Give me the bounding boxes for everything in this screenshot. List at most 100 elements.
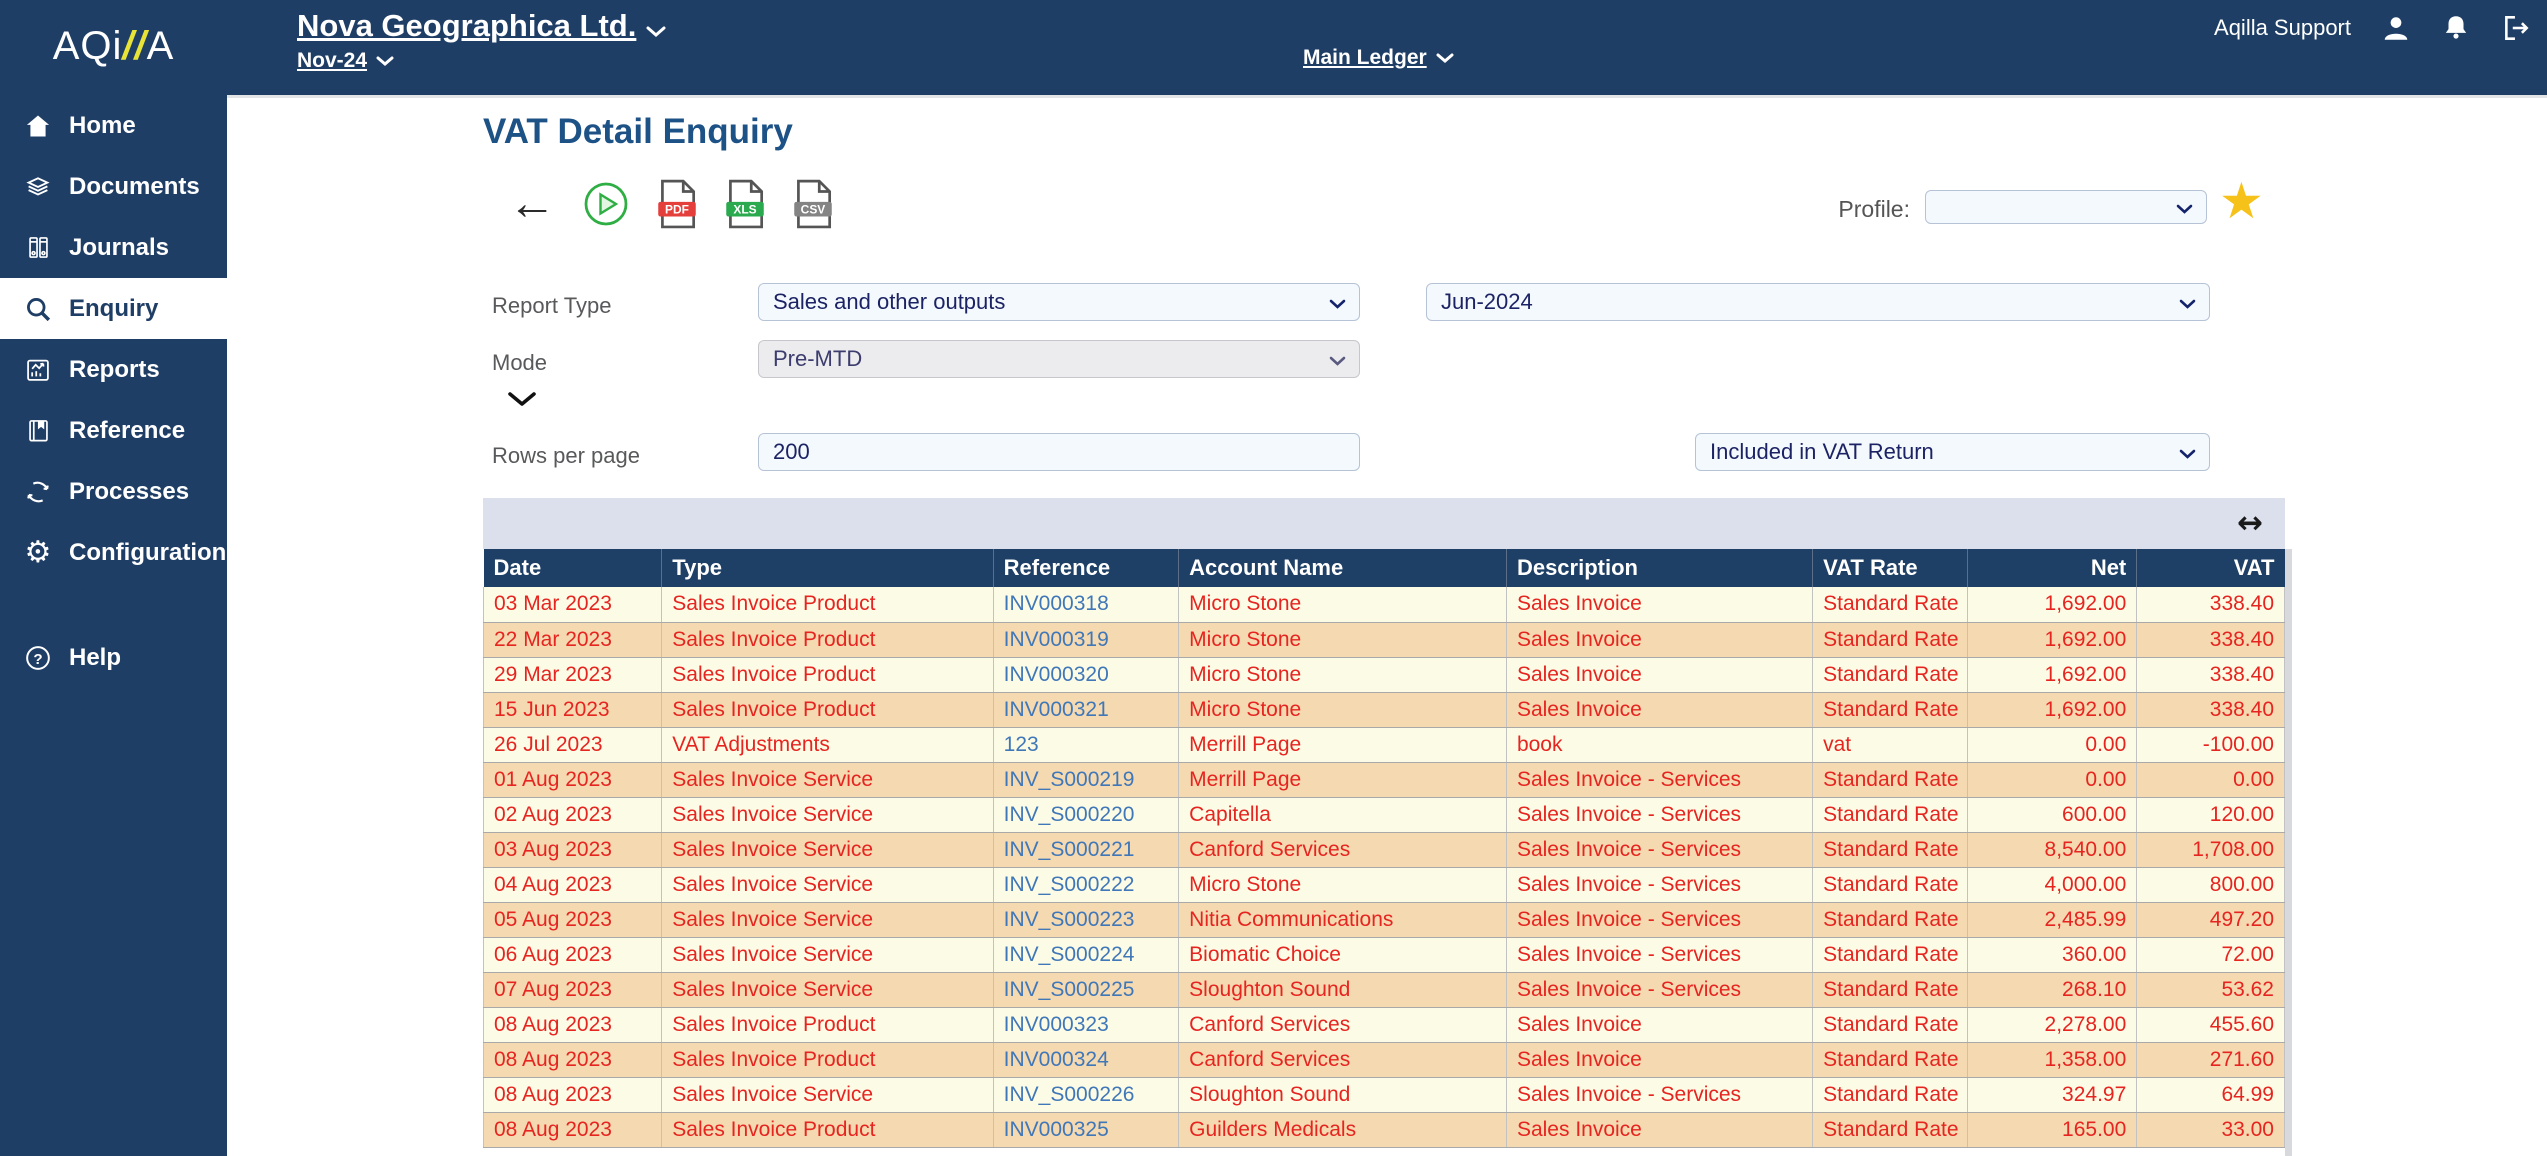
company-selector[interactable]: Nova Geographica Ltd. [297,8,667,44]
table-row[interactable]: 05 Aug 2023Sales Invoice ServiceINV_S000… [484,902,2285,937]
sidebar-item-help[interactable]: ? Help [0,627,227,688]
sidebar-item-reference[interactable]: Reference [0,400,227,461]
logo-text: AQi [53,24,123,68]
table-row[interactable]: 08 Aug 2023Sales Invoice ServiceINV_S000… [484,1077,2285,1112]
table-row[interactable]: 29 Mar 2023Sales Invoice ProductINV00032… [484,657,2285,692]
sidebar-item-journals[interactable]: Journals [0,217,227,278]
cell-date: 08 Aug 2023 [484,1007,662,1042]
logo-slashes: // [122,24,146,68]
cell-reference[interactable]: INV000323 [993,1007,1179,1042]
table-row[interactable]: 03 Aug 2023Sales Invoice ServiceINV_S000… [484,832,2285,867]
cell-reference[interactable]: 123 [993,727,1179,762]
export-csv-button[interactable]: CSV [792,179,834,229]
cell-type: Sales Invoice Service [662,1077,993,1112]
column-header-type: Type [662,549,993,587]
ledger-label[interactable]: Main Ledger [1303,46,1427,69]
cell-vat-rate: Standard Rate [1813,1042,1968,1077]
cell-reference[interactable]: INV000321 [993,692,1179,727]
back-button[interactable]: ← [508,182,556,226]
cell-reference[interactable]: INV_S000222 [993,867,1179,902]
user-icon[interactable] [2381,13,2411,43]
accounting-period-select[interactable]: Jun-2024 [1426,283,2210,321]
cell-date: 01 Aug 2023 [484,762,662,797]
export-pdf-button[interactable]: PDF [656,179,698,229]
company-name[interactable]: Nova Geographica Ltd. [297,8,636,44]
sidebar-item-processes[interactable]: Processes [0,461,227,522]
table-row[interactable]: 07 Aug 2023Sales Invoice ServiceINV_S000… [484,972,2285,1007]
cell-reference[interactable]: INV000324 [993,1042,1179,1077]
cell-net: 4,000.00 [1967,867,2136,902]
cell-reference[interactable]: INV_S000221 [993,832,1179,867]
cell-account-name: Guilders Medicals [1179,1112,1507,1147]
sidebar-item-home[interactable]: Home [0,95,227,156]
table-row[interactable]: 22 Mar 2023Sales Invoice ProductINV00031… [484,622,2285,657]
table-row[interactable]: 03 Mar 2023Sales Invoice ProductINV00031… [484,587,2285,622]
logout-icon[interactable] [2501,13,2531,43]
table-row[interactable]: 01 Aug 2023Sales Invoice ServiceINV_S000… [484,762,2285,797]
cell-vat: 338.40 [2137,587,2285,622]
rows-per-page-input[interactable]: 200 [758,433,1360,471]
report-type-select[interactable]: Sales and other outputs [758,283,1360,321]
period-selector[interactable]: Nov-24 [297,49,667,73]
table-row[interactable]: 02 Aug 2023Sales Invoice ServiceINV_S000… [484,797,2285,832]
grid-scrollbar[interactable] [2285,549,2292,1156]
user-name[interactable]: Aqilla Support [2214,15,2351,41]
cell-vat: 64.99 [2137,1077,2285,1112]
cell-type: Sales Invoice Service [662,937,993,972]
cell-reference[interactable]: INV_S000219 [993,762,1179,797]
cell-net: 0.00 [1967,727,2136,762]
cell-type: Sales Invoice Product [662,622,993,657]
cell-date: 29 Mar 2023 [484,657,662,692]
profile-select[interactable] [1925,190,2207,224]
table-row[interactable]: 26 Jul 2023VAT Adjustments123Merrill Pag… [484,727,2285,762]
accounting-period-value: Jun-2024 [1441,289,1533,315]
export-xls-button[interactable]: XLS [724,179,766,229]
cell-reference[interactable]: INV000318 [993,587,1179,622]
cycle-icon [22,478,54,506]
column-resize-icon[interactable]: ↔ [2237,505,2263,541]
table-row[interactable]: 15 Jun 2023Sales Invoice ProductINV00032… [484,692,2285,727]
column-header-net: Net [1967,549,2136,587]
favourite-star-icon[interactable]: ★ [2219,175,2264,227]
cell-net: 1,692.00 [1967,622,2136,657]
vat-return-filter-select[interactable]: Included in VAT Return [1695,433,2210,471]
table-row[interactable]: 04 Aug 2023Sales Invoice ServiceINV_S000… [484,867,2285,902]
mode-select: Pre-MTD [758,340,1360,378]
cell-reference[interactable]: INV_S000223 [993,902,1179,937]
expand-filters-chevron[interactable] [507,391,537,408]
table-row[interactable]: 08 Aug 2023Sales Invoice ProductINV00032… [484,1042,2285,1077]
sidebar-item-enquiry[interactable]: Enquiry [0,278,227,339]
cell-reference[interactable]: INV000320 [993,657,1179,692]
chevron-down-icon [645,25,667,38]
vat-return-filter-value: Included in VAT Return [1710,439,1934,465]
cell-date: 08 Aug 2023 [484,1112,662,1147]
cell-vat: 338.40 [2137,657,2285,692]
table-body: 03 Mar 2023Sales Invoice ProductINV00031… [484,587,2285,1147]
cell-account-name: Merrill Page [1179,727,1507,762]
notifications-bell-icon[interactable] [2441,13,2471,43]
table-row[interactable]: 08 Aug 2023Sales Invoice ProductINV00032… [484,1112,2285,1147]
cell-date: 08 Aug 2023 [484,1042,662,1077]
cell-reference[interactable]: INV000319 [993,622,1179,657]
cell-reference[interactable]: INV_S000226 [993,1077,1179,1112]
table-row[interactable]: 06 Aug 2023Sales Invoice ServiceINV_S000… [484,937,2285,972]
svg-text:?: ? [33,650,42,667]
cell-reference[interactable]: INV_S000225 [993,972,1179,1007]
cell-type: Sales Invoice Product [662,657,993,692]
mode-value: Pre-MTD [773,346,862,372]
cell-vat: 33.00 [2137,1112,2285,1147]
sidebar-item-reports[interactable]: Reports [0,339,227,400]
sidebar-item-documents[interactable]: Documents [0,156,227,217]
cell-vat: -100.00 [2137,727,2285,762]
cell-reference[interactable]: INV_S000220 [993,797,1179,832]
period-label[interactable]: Nov-24 [297,49,367,72]
table-row[interactable]: 08 Aug 2023Sales Invoice ProductINV00032… [484,1007,2285,1042]
svg-text:XLS: XLS [733,202,756,216]
sidebar-item-configuration[interactable]: ⚙ Configuration [0,522,227,583]
cell-reference[interactable]: INV_S000224 [993,937,1179,972]
cell-reference[interactable]: INV000325 [993,1112,1179,1147]
search-icon [22,295,54,323]
cell-account-name: Micro Stone [1179,692,1507,727]
run-report-button[interactable] [582,180,630,228]
ledger-selector[interactable]: Main Ledger [1303,46,1454,70]
